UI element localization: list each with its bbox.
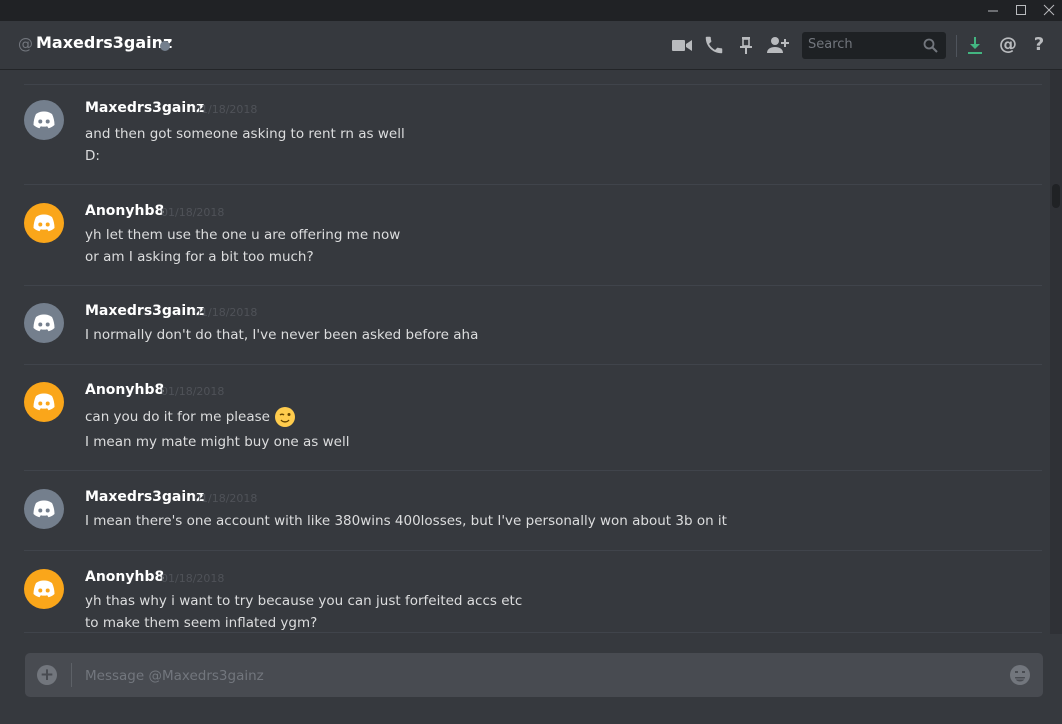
message-timestamp: 01/18/2018 — [161, 572, 225, 585]
message-input[interactable] — [83, 664, 987, 688]
message-author[interactable]: Anonyhb8 — [85, 203, 164, 219]
minimize-icon[interactable] — [978, 0, 1008, 21]
avatar[interactable] — [24, 303, 64, 343]
emoji-picker-icon[interactable] — [1009, 664, 1031, 690]
message-divider — [24, 632, 1042, 633]
video-call-icon[interactable] — [671, 34, 695, 56]
message-divider — [24, 470, 1042, 471]
channel-header: @ Maxedrs3gainz Search @ ? — [0, 21, 1062, 69]
message-list[interactable]: Maxedrs3gainz 01/18/2018 and then got so… — [0, 70, 1050, 634]
message-group: Maxedrs3gainz 01/18/2018 and then got so… — [24, 100, 1042, 190]
message-text: yh let them use the one u are offering m… — [85, 227, 401, 243]
discord-logo-icon — [33, 393, 55, 411]
discord-logo-icon — [33, 111, 55, 129]
discord-logo-icon — [33, 580, 55, 598]
message-text: or am I asking for a bit too much? — [85, 249, 314, 265]
at-symbol: @ — [18, 35, 33, 53]
message-timestamp: 01/18/2018 — [194, 306, 258, 319]
window-titlebar — [0, 0, 1062, 21]
status-indicator — [160, 41, 170, 51]
message-line: can you do it for me please — [85, 406, 296, 428]
message-text: to make them seem inflated ygm? — [85, 615, 318, 631]
pin-icon[interactable] — [735, 34, 759, 56]
avatar[interactable] — [24, 569, 64, 609]
message-group: Maxedrs3gainz 01/18/2018 I normally don'… — [24, 303, 1042, 363]
wink-emoji-icon[interactable] — [274, 406, 296, 428]
message-timestamp: 01/18/2018 — [161, 206, 225, 219]
avatar[interactable] — [24, 203, 64, 243]
upload-plus-button[interactable]: + — [37, 665, 57, 685]
message-author[interactable]: Maxedrs3gainz — [85, 303, 204, 319]
message-timestamp: 01/18/2018 — [194, 103, 258, 116]
search-icon[interactable] — [923, 38, 938, 57]
channel-name[interactable]: Maxedrs3gainz — [36, 33, 172, 52]
message-text: I mean my mate might buy one as well — [85, 434, 350, 450]
message-text: I normally don't do that, I've never bee… — [85, 327, 479, 343]
header-divider — [956, 35, 957, 57]
discord-logo-icon — [33, 500, 55, 518]
message-text: and then got someone asking to rent rn a… — [85, 126, 405, 142]
message-author[interactable]: Maxedrs3gainz — [85, 489, 204, 505]
discord-logo-icon — [33, 214, 55, 232]
scrollbar-thumb[interactable] — [1052, 184, 1060, 208]
avatar[interactable] — [24, 489, 64, 529]
message-scrollbar[interactable] — [1050, 70, 1062, 634]
message-author[interactable]: Anonyhb8 — [85, 569, 164, 585]
message-divider — [24, 364, 1042, 365]
message-timestamp: 01/18/2018 — [194, 492, 258, 505]
message-group: Anonyhb8 01/18/2018 can you do it for me… — [24, 382, 1042, 472]
download-icon[interactable] — [964, 34, 988, 56]
maximize-icon[interactable] — [1006, 0, 1036, 21]
message-group: Anonyhb8 01/18/2018 yh thas why i want t… — [24, 569, 1042, 634]
composer-divider — [71, 663, 72, 687]
help-icon[interactable]: ? — [1027, 34, 1051, 56]
message-group: Maxedrs3gainz 01/18/2018 I mean there's … — [24, 489, 1042, 549]
voice-call-icon[interactable] — [703, 34, 727, 56]
message-text: D: — [85, 148, 100, 164]
mention-icon[interactable]: @ — [996, 34, 1020, 56]
message-text: can you do it for me please — [85, 409, 270, 425]
search-box[interactable]: Search — [802, 32, 946, 59]
message-divider — [24, 285, 1042, 286]
search-placeholder: Search — [808, 37, 853, 52]
message-divider — [24, 550, 1042, 551]
message-divider — [24, 184, 1042, 185]
discord-logo-icon — [33, 314, 55, 332]
message-text: yh thas why i want to try because you ca… — [85, 593, 523, 609]
close-icon[interactable] — [1034, 0, 1062, 21]
message-composer: + — [25, 653, 1043, 697]
avatar[interactable] — [24, 382, 64, 422]
message-text: I mean there's one account with like 380… — [85, 513, 727, 529]
message-author[interactable]: Maxedrs3gainz — [85, 100, 204, 116]
message-timestamp: 01/18/2018 — [161, 385, 225, 398]
message-group: Anonyhb8 01/18/2018 yh let them use the … — [24, 203, 1042, 283]
message-author[interactable]: Anonyhb8 — [85, 382, 164, 398]
avatar[interactable] — [24, 100, 64, 140]
add-friend-icon[interactable] — [766, 34, 790, 56]
message-divider — [24, 84, 1042, 85]
